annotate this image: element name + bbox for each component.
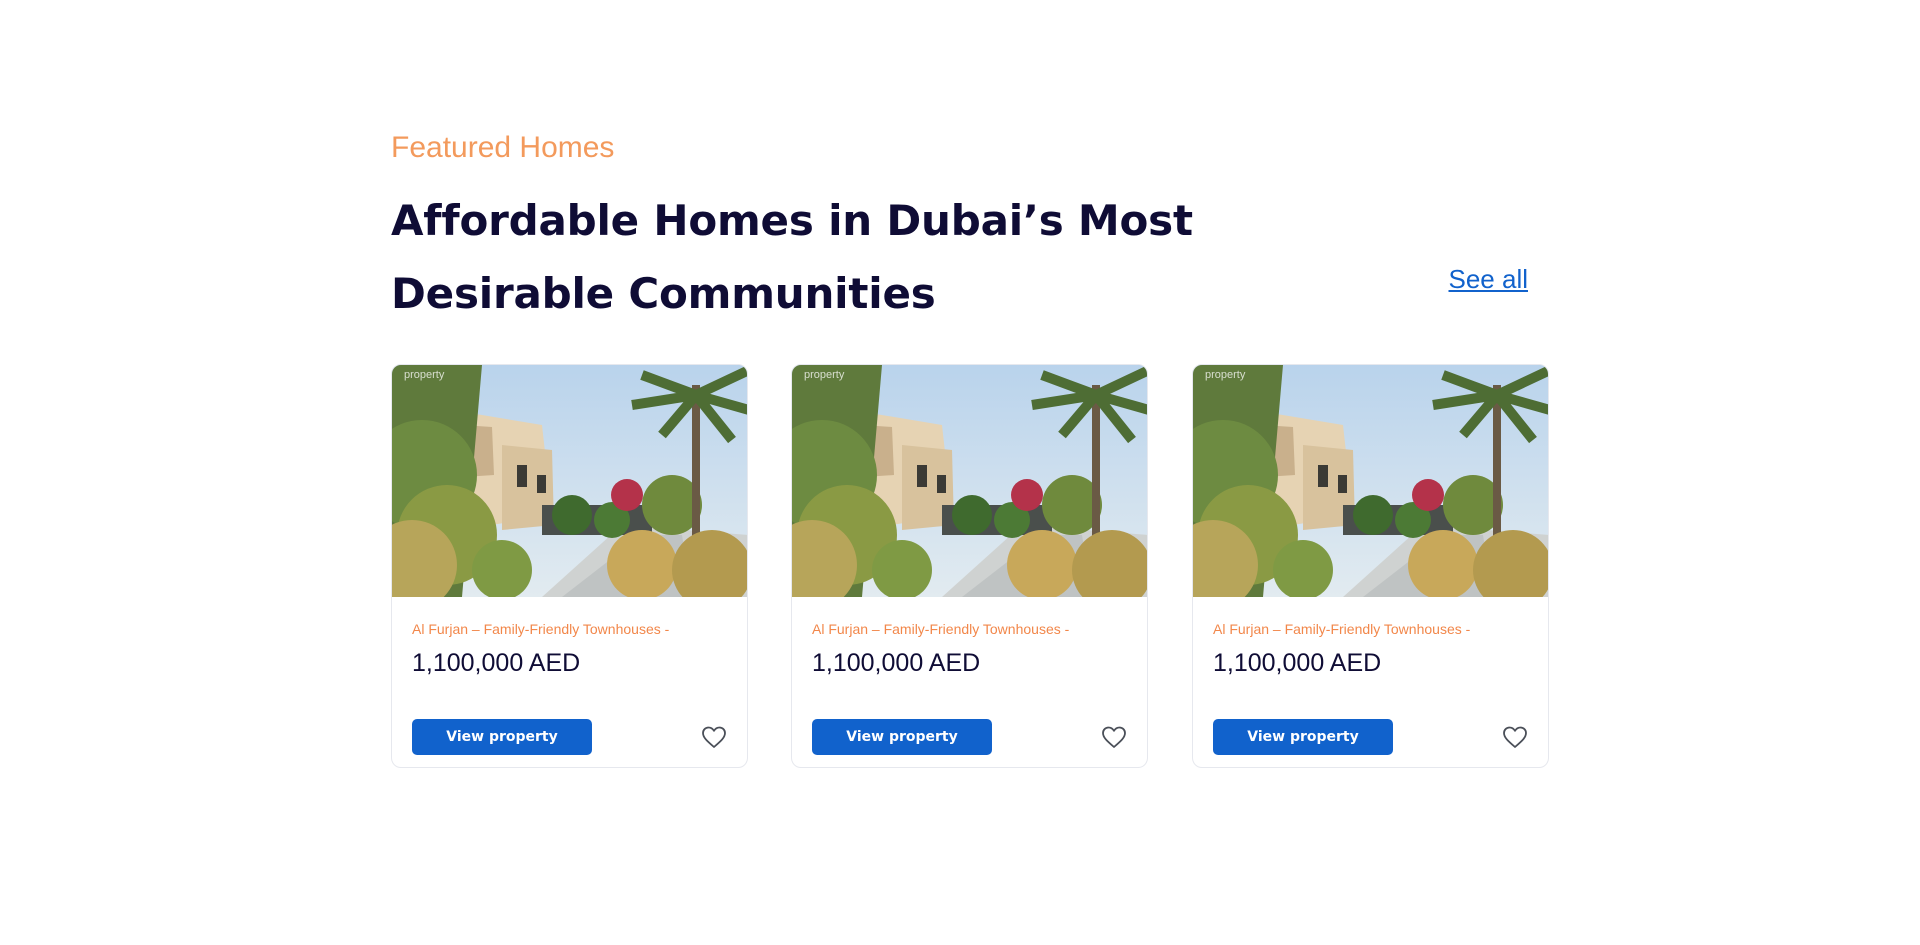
card-title[interactable]: Al Furjan – Family-Friendly Townhouses - <box>1213 621 1528 637</box>
property-card[interactable]: property Al Furjan – Family-Friendly Tow… <box>391 364 748 768</box>
section-eyebrow: Featured Homes <box>391 131 615 164</box>
photo-watermark: property <box>804 369 845 381</box>
card-actions: View property <box>412 719 727 755</box>
card-title[interactable]: Al Furjan – Family-Friendly Townhouses - <box>412 621 727 637</box>
card-price: 1,100,000 AED <box>412 649 581 677</box>
card-price: 1,100,000 AED <box>1213 649 1382 677</box>
photo-watermark: property <box>1205 369 1246 381</box>
view-property-button[interactable]: View property <box>412 719 592 755</box>
property-photo-illustration <box>392 365 747 597</box>
card-body: Al Furjan – Family-Friendly Townhouses -… <box>392 597 747 678</box>
photo-watermark: property <box>404 369 445 381</box>
card-body: Al Furjan – Family-Friendly Townhouses -… <box>792 597 1147 678</box>
property-photo[interactable]: property <box>792 365 1147 597</box>
card-body: Al Furjan – Family-Friendly Townhouses -… <box>1193 597 1548 678</box>
section-heading: Affordable Homes in Dubai’s Most Desirab… <box>391 196 1193 318</box>
property-photo[interactable]: property <box>392 365 747 597</box>
property-card[interactable]: property Al Furjan – Family-Friendly Tow… <box>791 364 1148 768</box>
heart-icon[interactable] <box>1502 725 1528 749</box>
view-property-button[interactable]: View property <box>812 719 992 755</box>
heart-icon[interactable] <box>701 725 727 749</box>
see-all-link[interactable]: See all <box>1449 264 1529 295</box>
card-actions: View property <box>1213 719 1528 755</box>
card-title[interactable]: Al Furjan – Family-Friendly Townhouses - <box>812 621 1127 637</box>
property-photo-illustration <box>792 365 1147 597</box>
card-price: 1,100,000 AED <box>812 649 981 677</box>
property-cards: property Al Furjan – Family-Friendly Tow… <box>391 364 1550 770</box>
heading-row: Affordable Homes in Dubai’s Most Desirab… <box>391 184 1550 330</box>
property-card[interactable]: property Al Furjan – Family-Friendly Tow… <box>1192 364 1549 768</box>
property-photo-illustration <box>1193 365 1548 597</box>
card-actions: View property <box>812 719 1127 755</box>
view-property-button[interactable]: View property <box>1213 719 1393 755</box>
heart-icon[interactable] <box>1101 725 1127 749</box>
property-photo[interactable]: property <box>1193 365 1548 597</box>
featured-homes-section: Featured Homes Affordable Homes in Dubai… <box>391 128 1550 768</box>
